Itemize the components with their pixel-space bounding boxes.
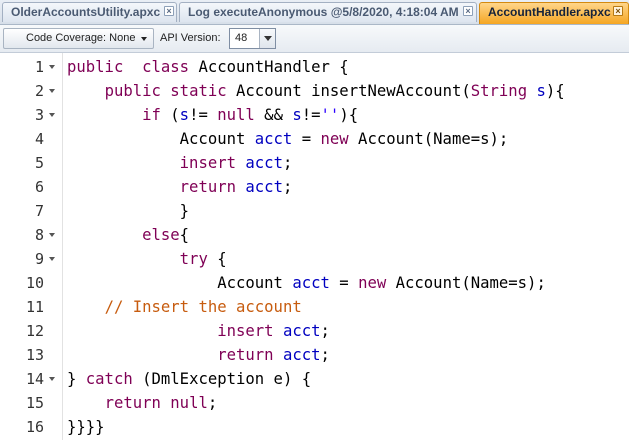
- code-text: try {: [179, 250, 227, 268]
- code-line[interactable]: 2 public static Account insertNewAccount…: [0, 79, 629, 103]
- line-number: 16: [25, 418, 44, 436]
- line-number: 11: [25, 298, 44, 316]
- code-text: else{: [142, 226, 190, 244]
- code-line[interactable]: 13 return acct;: [0, 343, 629, 367]
- fold-arrow-icon[interactable]: [49, 113, 55, 117]
- line-number: 10: [25, 274, 44, 292]
- fold-arrow-icon[interactable]: [49, 377, 55, 381]
- code-text: public class AccountHandler {: [67, 58, 349, 76]
- tab-label: Log executeAnonymous @5/8/2020, 4:18:04 …: [188, 5, 459, 19]
- code-text: insert acct;: [217, 322, 330, 340]
- tab-log-execute-anonymous[interactable]: Log executeAnonymous @5/8/2020, 4:18:04 …: [179, 2, 477, 22]
- line-number: 4: [34, 130, 44, 148]
- chevron-down-icon[interactable]: [259, 29, 275, 48]
- editor-toolbar: Code Coverage: None API Version: 48: [0, 25, 629, 53]
- api-version-select[interactable]: 48: [229, 28, 276, 49]
- line-number: 15: [25, 394, 44, 412]
- code-line[interactable]: 15 return null;: [0, 391, 629, 415]
- code-line[interactable]: 14 } catch (DmlException e) {: [0, 367, 629, 391]
- line-number: 6: [34, 178, 44, 196]
- code-text: public static Account insertNewAccount(S…: [104, 82, 565, 100]
- line-number: 2: [34, 82, 44, 100]
- code-line[interactable]: 6 return acct;: [0, 175, 629, 199]
- close-icon[interactable]: ×: [164, 6, 174, 16]
- line-number: 13: [25, 346, 44, 364]
- code-text: return null;: [104, 394, 218, 412]
- tab-account-handler[interactable]: AccountHandler.apxc ×: [479, 2, 629, 24]
- line-number: 9: [34, 250, 44, 268]
- code-line[interactable]: 1 public class AccountHandler {: [0, 55, 629, 79]
- code-editor[interactable]: 1 public class AccountHandler { 2 public s…: [0, 53, 629, 440]
- tab-label: OlderAccountsUtility.apxc: [11, 5, 161, 19]
- fold-arrow-icon[interactable]: [49, 65, 55, 69]
- code-line[interactable]: 3 if (s!= null && s!=''){: [0, 103, 629, 127]
- line-number: 8: [34, 226, 44, 244]
- close-icon[interactable]: ×: [613, 6, 623, 16]
- api-version-value: 48: [235, 32, 248, 44]
- code-coverage-dropdown[interactable]: Code Coverage: None: [3, 28, 154, 49]
- code-text: } catch (DmlException e) {: [67, 370, 312, 388]
- line-number: 1: [34, 58, 44, 76]
- api-version-label: API Version:: [160, 32, 221, 44]
- code-line[interactable]: 7 }: [0, 199, 629, 223]
- line-number: 3: [34, 106, 44, 124]
- code-line[interactable]: 5 insert acct;: [0, 151, 629, 175]
- line-number: 14: [25, 370, 44, 388]
- line-number: 12: [25, 322, 44, 340]
- code-text: Account acct = new Account(Name=s);: [67, 130, 509, 148]
- code-text: if (s!= null && s!=''){: [142, 106, 359, 124]
- code-line[interactable]: 4 Account acct = new Account(Name=s);: [0, 127, 629, 151]
- code-text: Account acct = new Account(Name=s);: [67, 274, 546, 292]
- fold-arrow-icon[interactable]: [49, 257, 55, 261]
- tab-older-accounts-utility[interactable]: OlderAccountsUtility.apxc ×: [2, 2, 177, 22]
- code-text: }}}}: [67, 418, 105, 436]
- tab-bar: OlderAccountsUtility.apxc × Log executeA…: [0, 0, 629, 25]
- code-text: insert acct;: [179, 154, 293, 172]
- chevron-down-icon: [141, 37, 147, 41]
- code-line[interactable]: 12 insert acct;: [0, 319, 629, 343]
- close-icon[interactable]: ×: [463, 6, 473, 16]
- fold-arrow-icon[interactable]: [49, 233, 55, 237]
- tab-label: AccountHandler.apxc: [488, 5, 611, 19]
- line-number: 5: [34, 154, 44, 172]
- code-text: return acct;: [179, 178, 293, 196]
- code-line[interactable]: 8 else{: [0, 223, 629, 247]
- code-text: // Insert the account: [104, 298, 302, 316]
- code-line[interactable]: 11 // Insert the account: [0, 295, 629, 319]
- line-number: 7: [34, 202, 44, 220]
- fold-arrow-icon[interactable]: [49, 89, 55, 93]
- code-line[interactable]: 9 try {: [0, 247, 629, 271]
- code-line[interactable]: 10 Account acct = new Account(Name=s);: [0, 271, 629, 295]
- code-text: }: [67, 202, 190, 220]
- code-line[interactable]: 16}}}}: [0, 415, 629, 439]
- code-coverage-label: Code Coverage: None: [26, 32, 136, 44]
- code-text: return acct;: [217, 346, 330, 364]
